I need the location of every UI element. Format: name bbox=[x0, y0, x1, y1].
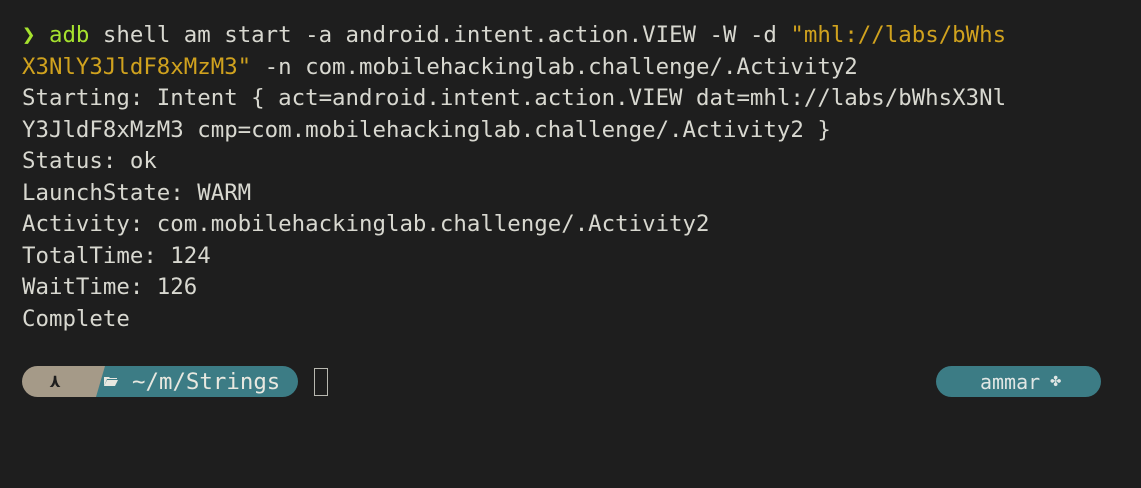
output-complete: Complete bbox=[22, 305, 130, 332]
path-segment: ~/m/Strings bbox=[90, 366, 299, 397]
os-segment: ⋏ bbox=[22, 366, 105, 397]
command-line-1: ❯ adb shell am start -a android.intent.a… bbox=[22, 20, 1132, 52]
output-launch-state: LaunchState: WARM bbox=[22, 179, 252, 206]
command-line-2: X3NlY3JldF8xMzM3" -n com.mobilehackingla… bbox=[22, 52, 1132, 84]
terminal-output: ❯ adb shell am start -a android.intent.a… bbox=[22, 20, 1132, 335]
command-args: shell am start -a android.intent.action.… bbox=[89, 22, 791, 48]
user-segment: ammar ✤ bbox=[936, 366, 1101, 397]
current-path: ~/m/Strings bbox=[132, 368, 281, 395]
shell-prompt: ⋏ ~/m/Strings bbox=[22, 366, 329, 397]
prompt-arrow-icon: ❯ bbox=[22, 22, 36, 48]
output-activity: Activity: com.mobilehackinglab.challenge… bbox=[22, 211, 710, 237]
output-wait-time: WaitTime: 126 bbox=[22, 274, 198, 300]
python-icon: ✤ bbox=[1050, 370, 1062, 391]
folder-open-icon bbox=[104, 376, 118, 386]
command-program: adb bbox=[48, 22, 90, 48]
output-total-time: TotalTime: 124 bbox=[22, 242, 211, 269]
text-cursor[interactable] bbox=[314, 367, 329, 396]
output-line: Y3JldF8xMzM3 cmp=com.mobilehackinglab.ch… bbox=[22, 116, 831, 143]
arch-linux-icon: ⋏ bbox=[49, 371, 61, 392]
command-component: -n com.mobilehackinglab.challenge/.Activ… bbox=[251, 53, 858, 80]
output-status: Status: ok bbox=[22, 148, 157, 174]
command-uri-part-2: X3NlY3JldF8xMzM3" bbox=[22, 53, 252, 80]
output-line: Starting: Intent { act=android.intent.ac… bbox=[22, 85, 1007, 111]
username: ammar bbox=[979, 369, 1041, 394]
command-uri-part-1: "mhl://labs/bWhs bbox=[790, 22, 1007, 48]
